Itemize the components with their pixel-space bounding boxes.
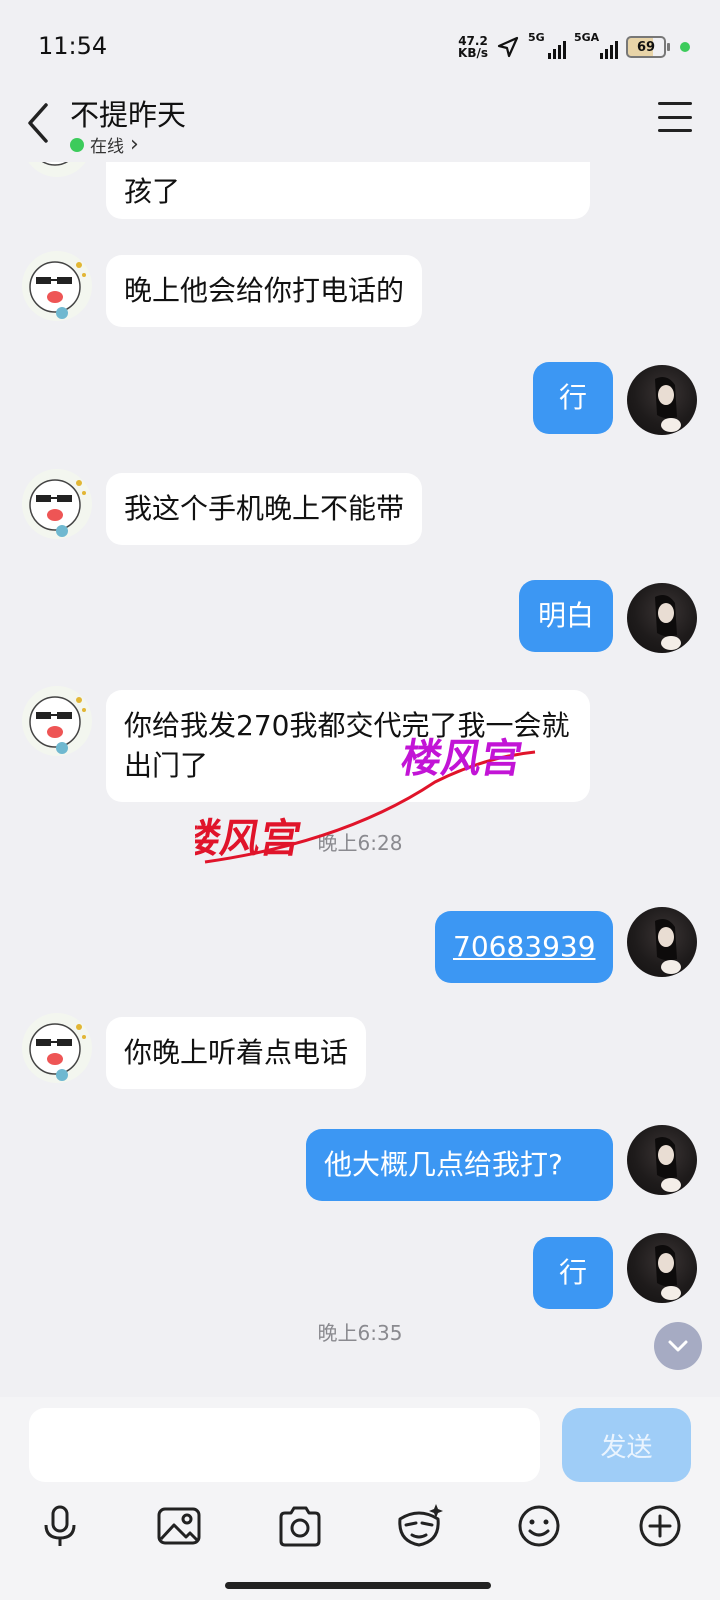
privacy-indicator-dot <box>680 42 690 52</box>
message-bubble[interactable]: 孩了 <box>106 162 590 219</box>
contact-avatar[interactable] <box>22 469 92 539</box>
message-bubble[interactable]: 70683939 <box>435 911 613 983</box>
home-indicator[interactable] <box>225 1582 491 1589</box>
sim1-label: 5G <box>528 31 545 44</box>
timestamp: 晚上6:35 <box>317 1321 403 1345</box>
scroll-to-bottom-button[interactable] <box>654 1322 702 1370</box>
message-bubble[interactable]: 明白 <box>519 580 613 652</box>
online-dot-icon <box>70 137 84 152</box>
message-input[interactable] <box>29 1408 540 1482</box>
network-speed-unit: KB/s <box>458 46 488 60</box>
status-time: 11:54 <box>38 32 108 60</box>
message-list[interactable]: 孩了 晚上他会给你打电话的 行 我这个手机晚上不能带 明白 你给我发270我都交… <box>0 162 720 1397</box>
message-text: 孩了 <box>124 175 181 208</box>
plus-icon[interactable] <box>635 1501 685 1551</box>
contact-avatar[interactable] <box>22 1013 92 1083</box>
sim2-label: 5GA <box>574 31 600 44</box>
battery-icon: 69 <box>626 36 670 58</box>
menu-icon <box>658 102 692 105</box>
chevron-left-icon <box>28 103 48 143</box>
chat-title[interactable]: 不提昨天 <box>70 92 186 134</box>
location-icon <box>497 36 519 58</box>
message-text: 他大概几点给我打? <box>324 1148 563 1181</box>
menu-button[interactable] <box>658 102 692 132</box>
online-status-label: 在线 <box>90 137 124 157</box>
microphone-icon[interactable] <box>35 1501 85 1551</box>
chevron-down-icon <box>668 1340 688 1352</box>
message-text: 你给我发270我都交代完了我一会就出门了 <box>124 709 570 782</box>
composer: 发送 <box>0 1397 720 1600</box>
contact-avatar[interactable] <box>22 251 92 321</box>
message-text: 你晚上听着点电话 <box>124 1036 349 1069</box>
signal-sim2-icon: 5GA <box>574 31 618 59</box>
signal-sim1-icon: 5G <box>528 31 566 59</box>
phone-number-link[interactable]: 70683939 <box>453 930 596 963</box>
my-avatar[interactable] <box>627 365 697 435</box>
online-status[interactable]: 在线 › <box>70 132 139 157</box>
camera-icon[interactable] <box>275 1501 325 1551</box>
back-button[interactable] <box>22 98 58 148</box>
message-bubble[interactable]: 行 <box>533 1237 613 1309</box>
message-text: 晚上他会给你打电话的 <box>124 274 405 307</box>
message-bubble[interactable]: 你晚上听着点电话 <box>106 1017 367 1089</box>
network-speed: 47.2 KB/s <box>458 35 488 59</box>
message-bubble[interactable]: 行 <box>533 362 613 434</box>
message-bubble[interactable]: 他大概几点给我打? <box>306 1129 613 1201</box>
timestamp: 晚上6:28 <box>317 831 403 855</box>
message-bubble[interactable]: 你给我发270我都交代完了我一会就出门了 <box>106 690 590 802</box>
message-text: 明白 <box>537 599 594 632</box>
battery-level: 69 <box>636 39 656 55</box>
message-text: 我这个手机晚上不能带 <box>124 492 405 525</box>
sticker-icon[interactable] <box>394 1501 444 1551</box>
status-bar: 11:54 47.2 KB/s 5G 5GA 69 <box>0 0 720 92</box>
chat-header: 不提昨天 在线 › <box>0 92 720 162</box>
message-bubble[interactable]: 晚上他会给你打电话的 <box>106 255 423 327</box>
image-icon[interactable] <box>154 1501 204 1551</box>
my-avatar[interactable] <box>627 1125 697 1195</box>
contact-avatar[interactable] <box>22 686 92 756</box>
emoji-icon[interactable] <box>514 1501 564 1551</box>
message-text: 行 <box>558 381 587 414</box>
message-text: 行 <box>558 1256 587 1289</box>
send-button[interactable]: 发送 <box>562 1408 691 1482</box>
my-avatar[interactable] <box>627 583 697 653</box>
status-icons: 47.2 KB/s 5G 5GA 69 <box>458 31 690 62</box>
my-avatar[interactable] <box>627 1233 697 1303</box>
contact-avatar[interactable] <box>22 162 92 177</box>
my-avatar[interactable] <box>627 907 697 977</box>
message-bubble[interactable]: 我这个手机晚上不能带 <box>106 473 423 545</box>
chevron-right-icon: › <box>130 132 139 157</box>
